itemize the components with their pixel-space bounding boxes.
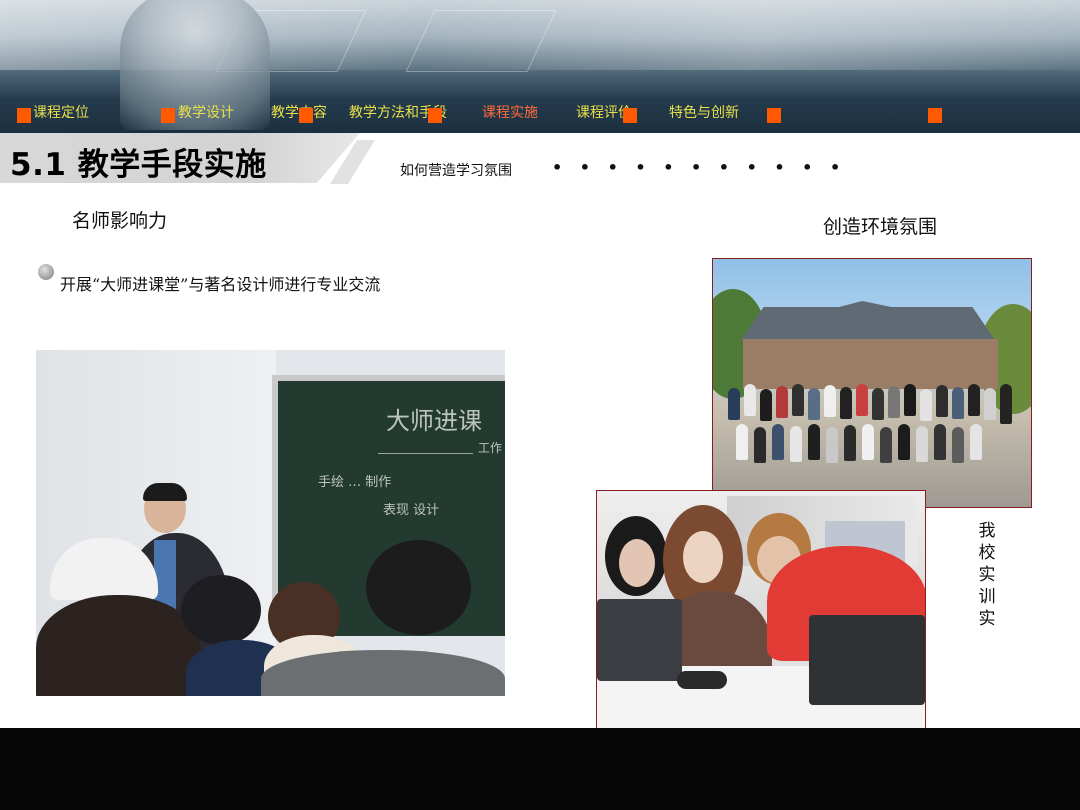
nav-marker-icon (767, 108, 781, 123)
nav-item-teaching-design[interactable]: 教学设计 (178, 102, 234, 122)
chalk-text: 工作 (478, 441, 503, 455)
crowd-front-row (728, 424, 1018, 463)
student-head (366, 540, 471, 635)
chalk-text: 表现 设计 (383, 503, 440, 518)
bullet-icon (38, 264, 54, 280)
teacher-shirt (154, 540, 176, 610)
classroom-photo: 大师进课 工作 手绘 … 制作 表现 设计 (36, 350, 505, 696)
training-lab-photo (596, 490, 926, 728)
nav-marker-icon (299, 108, 313, 123)
student-face (619, 539, 655, 587)
laptop (809, 615, 925, 705)
chalk-text: 大师进课 (386, 407, 482, 435)
student-fur-coat (36, 595, 201, 696)
nav-marker-icon (161, 108, 175, 123)
chalk-underline (378, 453, 473, 454)
presentation-slide: 课程定位 教学设计 教学内容 教学方法和手段 课程实施 课程评价 特色与创新 5… (0, 0, 1080, 728)
nav-item-course-implementation[interactable]: 课程实施 (482, 102, 538, 122)
subtitle-dots: • • • • • • • • • • • (552, 158, 847, 177)
nav-item-course-positioning[interactable]: 课程定位 (33, 102, 89, 122)
section-title: 5.1 教学手段实施 (10, 147, 267, 183)
bullet-text: 开展“大师进课堂”与著名设计师进行专业交流 (60, 275, 381, 294)
teacher-hair (143, 483, 187, 501)
group-outdoor-photo (712, 258, 1032, 508)
cable-bundle (677, 671, 727, 689)
chalk-text: 手绘 … 制作 (318, 475, 392, 490)
nav-marker-icon (928, 108, 942, 123)
nav-item-features-innovation[interactable]: 特色与创新 (669, 102, 739, 122)
training-room-caption: 我校实训实 (978, 521, 996, 629)
bottom-black-bar (0, 728, 1080, 810)
student-grey-coat (261, 650, 505, 696)
student-head (181, 575, 261, 645)
student-face (683, 531, 723, 583)
course-nav: 课程定位 教学设计 教学内容 教学方法和手段 课程实施 课程评价 特色与创新 (0, 98, 1080, 128)
gate-roof (740, 301, 996, 341)
nav-marker-icon (17, 108, 31, 123)
famous-teacher-heading: 名师影响力 (72, 210, 168, 232)
environment-heading: 创造环境氛围 (823, 216, 938, 238)
gate-wall (743, 339, 998, 389)
header-banner: 课程定位 教学设计 教学内容 教学方法和手段 课程实施 课程评价 特色与创新 (0, 0, 1080, 133)
nav-marker-icon (428, 108, 442, 123)
laptop (597, 599, 682, 681)
crowd-back-row (728, 384, 1018, 424)
section-subtitle: 如何营造学习氛围 (400, 163, 512, 179)
nav-marker-icon (623, 108, 637, 123)
